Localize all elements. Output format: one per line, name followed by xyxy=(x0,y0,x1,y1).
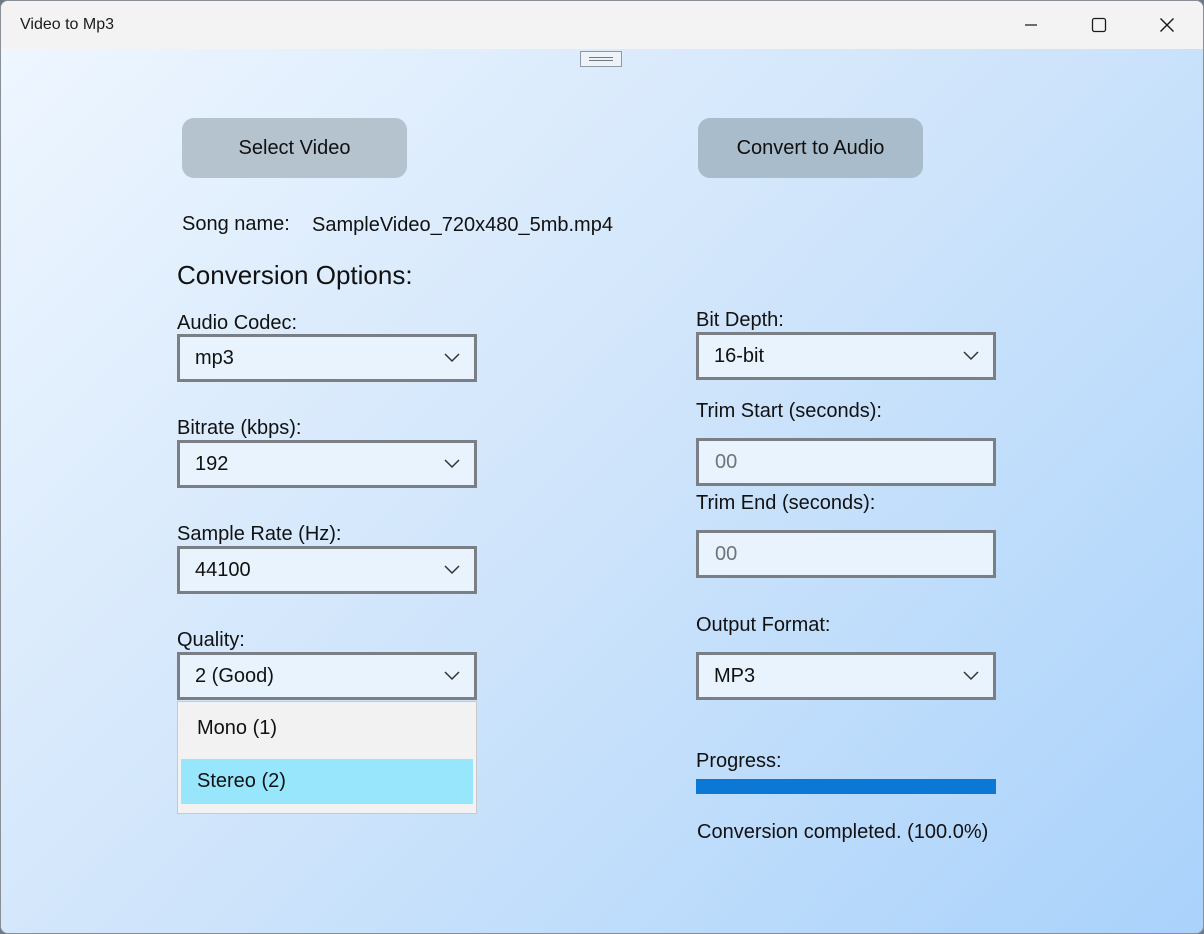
trim-end-input[interactable] xyxy=(713,542,977,567)
chevron-down-icon xyxy=(963,351,979,361)
chevron-down-icon xyxy=(444,353,460,363)
option-label: Mono (1) xyxy=(197,717,278,739)
audio-codec-label: Audio Codec: xyxy=(177,312,298,334)
output-format-value: MP3 xyxy=(714,665,756,687)
trim-start-label: Trim Start (seconds): xyxy=(696,400,882,422)
sample-rate-label: Sample Rate (Hz): xyxy=(177,523,342,545)
bit-depth-label: Bit Depth: xyxy=(696,309,784,331)
maximize-icon xyxy=(1091,17,1107,33)
conversion-options-heading: Conversion Options: xyxy=(177,260,413,290)
main-content: Select Video Convert to Audio Song name:… xyxy=(1,49,1203,933)
song-name-label: Song name: xyxy=(182,213,290,235)
quality-value: 2 (Good) xyxy=(195,665,274,687)
trim-end-field[interactable] xyxy=(696,530,996,578)
audio-codec-value: mp3 xyxy=(195,347,234,369)
sample-rate-value: 44100 xyxy=(195,559,251,581)
channels-dropdown-list: Mono (1) Stereo (2) xyxy=(177,701,477,814)
chevron-down-icon xyxy=(444,459,460,469)
output-format-label: Output Format: xyxy=(696,614,831,636)
minimize-button[interactable] xyxy=(997,1,1065,49)
convert-to-audio-button[interactable]: Convert to Audio xyxy=(698,118,923,178)
minimize-icon xyxy=(1025,24,1037,26)
song-name-value: SampleVideo_720x480_5mb.mp4 xyxy=(312,214,613,236)
close-button[interactable] xyxy=(1133,1,1201,49)
select-video-button[interactable]: Select Video xyxy=(182,118,407,178)
progress-bar-fill xyxy=(696,779,996,794)
bit-depth-value: 16-bit xyxy=(714,345,765,367)
app-window: Video to Mp3 Select Video Convert to Aud… xyxy=(0,0,1204,934)
chevron-down-icon xyxy=(444,671,460,681)
bitrate-value: 192 xyxy=(195,453,229,475)
quality-label: Quality: xyxy=(177,629,245,651)
dropdown-option-mono[interactable]: Mono (1) xyxy=(181,706,473,751)
output-format-select[interactable]: MP3 xyxy=(696,652,996,700)
bitrate-label: Bitrate (kbps): xyxy=(177,417,302,439)
title-bar[interactable]: Video to Mp3 xyxy=(1,1,1203,49)
status-text: Conversion completed. (100.0%) xyxy=(697,821,989,843)
trim-start-field[interactable] xyxy=(696,438,996,486)
option-label: Stereo (2) xyxy=(197,770,286,792)
progress-bar xyxy=(696,779,996,794)
chevron-down-icon xyxy=(444,565,460,575)
trim-end-label: Trim End (seconds): xyxy=(696,492,876,514)
quality-select[interactable]: 2 (Good) xyxy=(177,652,477,700)
bitrate-select[interactable]: 192 xyxy=(177,440,477,488)
audio-codec-select[interactable]: mp3 xyxy=(177,334,477,382)
close-icon xyxy=(1160,18,1174,32)
progress-label: Progress: xyxy=(696,750,782,772)
chevron-down-icon xyxy=(963,671,979,681)
trim-start-input[interactable] xyxy=(713,450,977,475)
maximize-button[interactable] xyxy=(1065,1,1133,49)
dropdown-option-stereo[interactable]: Stereo (2) xyxy=(181,759,473,804)
bit-depth-select[interactable]: 16-bit xyxy=(696,332,996,380)
drag-handle[interactable] xyxy=(580,51,622,67)
sample-rate-select[interactable]: 44100 xyxy=(177,546,477,594)
window-title: Video to Mp3 xyxy=(20,16,114,33)
